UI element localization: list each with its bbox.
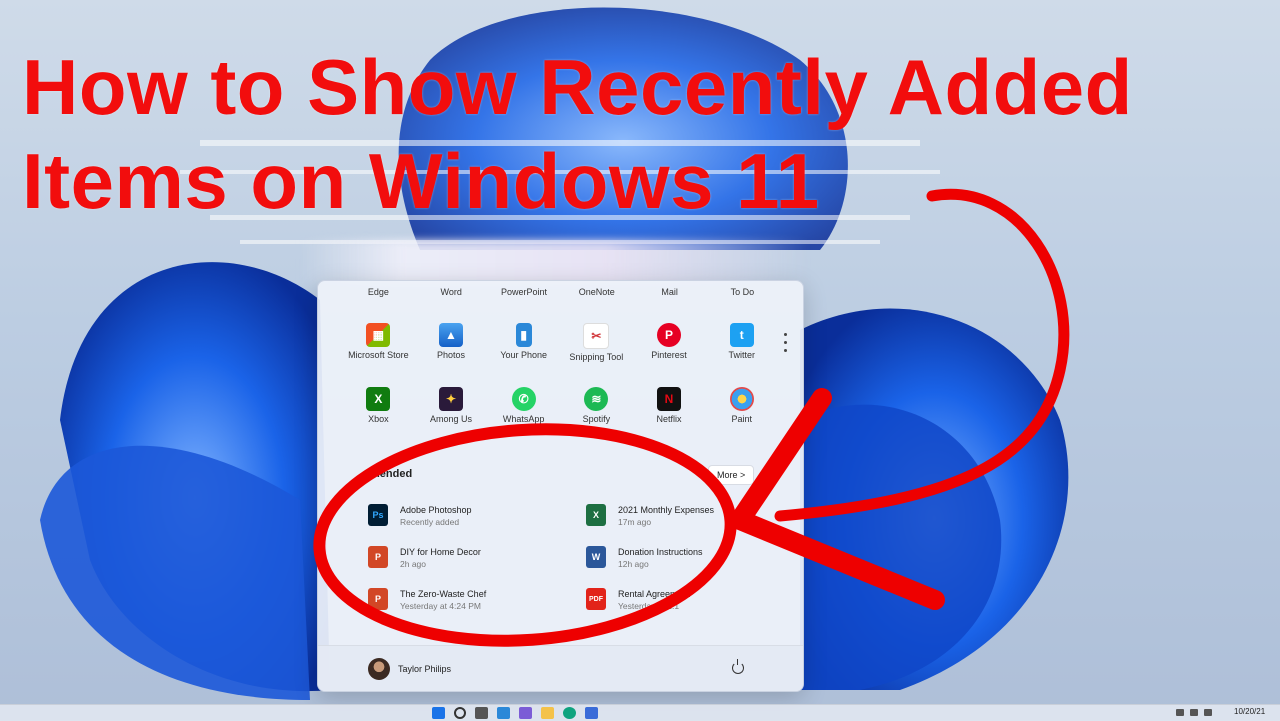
pinned-app-netflix[interactable]: N Netflix	[633, 387, 706, 424]
pinned-app-your-phone[interactable]: ▮ Your Phone	[487, 323, 560, 362]
title-line-2: Items on Windows 11	[22, 137, 820, 225]
page-dots[interactable]	[784, 333, 788, 357]
more-button[interactable]: More >	[708, 465, 755, 485]
recommended-item-monthly-expenses[interactable]: X 2021 Monthly Expenses 17m ago	[586, 504, 786, 534]
power-icon[interactable]	[732, 659, 744, 674]
system-tray[interactable]	[1176, 709, 1218, 716]
word-icon: W	[586, 546, 606, 568]
app-label-todo[interactable]: To Do	[706, 287, 779, 297]
spotify-icon: ≋	[584, 387, 609, 411]
app-label-mail[interactable]: Mail	[633, 287, 706, 297]
store-taskbar-icon[interactable]	[585, 707, 598, 719]
blur-strip	[300, 240, 810, 285]
app-label-powerpoint[interactable]: PowerPoint	[488, 287, 561, 297]
user-name[interactable]: Taylor Philips	[398, 664, 451, 674]
pinned-row-2: X Xbox ✦ Among Us ✆ WhatsApp ≋ Spotify N…	[342, 387, 778, 424]
title-line-1: How to Show Recently Added	[22, 43, 1133, 131]
paint-icon	[729, 387, 754, 411]
twitter-icon: t	[729, 323, 754, 347]
pinned-app-pinterest[interactable]: P Pinterest	[633, 323, 706, 362]
pinned-row-1: ▦ Microsoft Store ▲ Photos ▮ Your Phone …	[342, 323, 778, 362]
pinned-app-snipping-tool[interactable]: ✂ Snipping Tool	[560, 323, 633, 362]
app-label-edge[interactable]: Edge	[342, 287, 415, 297]
pdf-icon: PDF	[586, 588, 606, 610]
photoshop-icon: Ps	[368, 504, 388, 526]
pinned-app-paint[interactable]: Paint	[705, 387, 778, 424]
store-icon: ▦	[366, 323, 391, 347]
scissors-icon: ✂	[583, 323, 610, 349]
windows-start-icon[interactable]	[432, 707, 445, 719]
whatsapp-icon: ✆	[511, 387, 536, 411]
task-view-icon[interactable]	[475, 707, 488, 719]
edge-icon[interactable]	[563, 707, 576, 719]
netflix-icon: N	[657, 387, 682, 411]
avatar[interactable]	[368, 658, 390, 680]
pinterest-icon: P	[657, 323, 682, 347]
phone-icon: ▮	[515, 323, 532, 347]
among-us-icon: ✦	[439, 387, 463, 411]
video-title: How to Show Recently Added Items on Wind…	[22, 40, 1222, 228]
pinned-app-photos[interactable]: ▲ Photos	[415, 323, 488, 362]
pinned-app-among-us[interactable]: ✦ Among Us	[415, 387, 488, 424]
powerpoint-icon: P	[368, 546, 388, 568]
top-app-labels: Edge Word PowerPoint OneNote Mail To Do	[318, 287, 803, 297]
taskbar-icons	[432, 707, 607, 719]
pinned-app-spotify[interactable]: ≋ Spotify	[560, 387, 633, 424]
pinned-app-twitter[interactable]: t Twitter	[705, 323, 778, 362]
taskbar-date[interactable]: 10/20/21	[1234, 707, 1265, 716]
recommended-title: mended	[370, 468, 413, 480]
xbox-icon: X	[366, 387, 391, 411]
recommended-item-adobe-photoshop[interactable]: Ps Adobe Photoshop Recently added	[368, 504, 568, 534]
pinned-app-microsoft-store[interactable]: ▦ Microsoft Store	[342, 323, 415, 362]
pinned-app-whatsapp[interactable]: ✆ WhatsApp	[487, 387, 560, 424]
widgets-icon[interactable]	[497, 707, 510, 719]
recommended-item-zero-waste-chef[interactable]: P The Zero-Waste Chef Yesterday at 4:24 …	[368, 588, 568, 618]
chat-icon[interactable]	[519, 707, 532, 719]
taskbar: 10/20/21	[0, 704, 1280, 721]
recommended-item-donation-instructions[interactable]: W Donation Instructions 12h ago	[586, 546, 786, 576]
start-menu: Edge Word PowerPoint OneNote Mail To Do …	[317, 280, 804, 692]
folder-icon[interactable]	[541, 707, 554, 719]
search-icon[interactable]	[454, 707, 466, 719]
recommended-item-rental-agreement[interactable]: PDF Rental Agreement Yesterday at 1:1	[586, 588, 786, 618]
start-footer: Taylor Philips	[318, 645, 803, 691]
powerpoint-icon: P	[368, 588, 388, 610]
app-label-word[interactable]: Word	[415, 287, 488, 297]
app-label-onenote[interactable]: OneNote	[560, 287, 633, 297]
pinned-app-xbox[interactable]: X Xbox	[342, 387, 415, 424]
excel-icon: X	[586, 504, 606, 526]
photos-icon: ▲	[439, 323, 463, 347]
recommended-item-diy-home-decor[interactable]: P DIY for Home Decor 2h ago	[368, 546, 568, 576]
